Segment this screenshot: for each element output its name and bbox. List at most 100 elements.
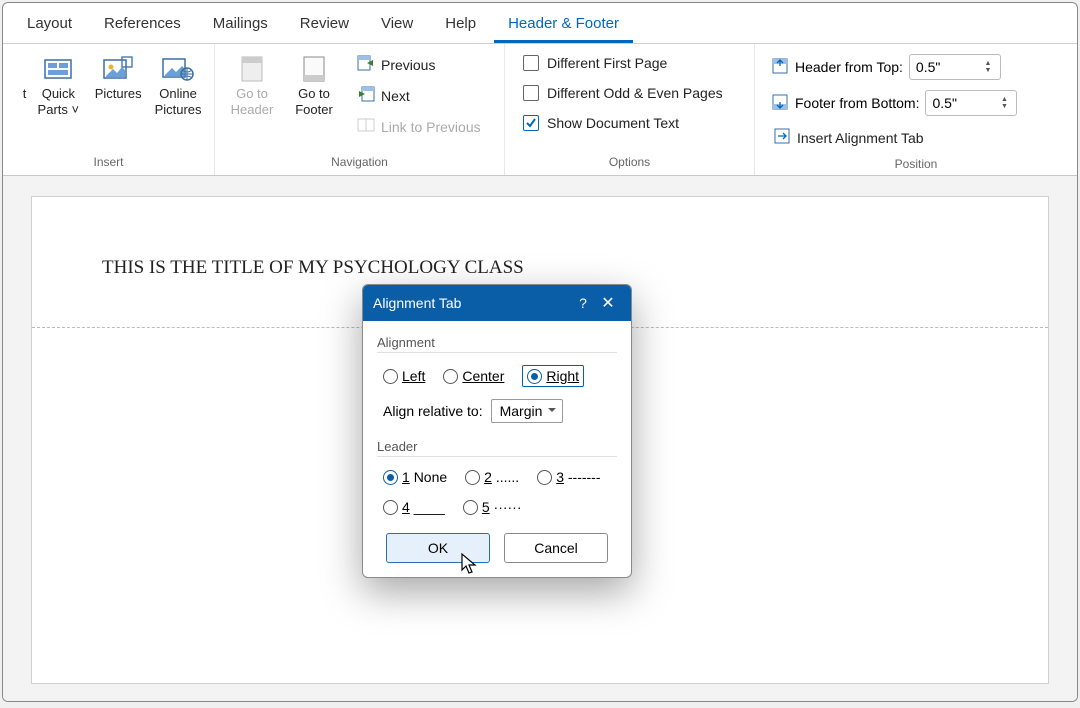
- different-odd-even-checkbox[interactable]: Different Odd & Even Pages: [517, 82, 729, 104]
- footer-from-bottom-label: Footer from Bottom:: [795, 95, 919, 111]
- alignment-center-label: Center: [462, 368, 504, 384]
- align-relative-label: Align relative to:: [383, 403, 483, 419]
- alignment-right-label: Right: [546, 368, 579, 384]
- insert-alignment-tab-button[interactable]: Insert Alignment Tab: [767, 124, 1021, 151]
- alignment-left-radio[interactable]: Left: [383, 368, 425, 384]
- align-relative-value: Margin: [500, 403, 543, 419]
- tab-references[interactable]: References: [90, 9, 195, 43]
- goto-header-label: Go to Header: [223, 86, 281, 117]
- dialog-title: Alignment Tab: [373, 295, 571, 311]
- link-previous-icon: [357, 117, 375, 136]
- partial-button[interactable]: t: [9, 48, 28, 106]
- cancel-button[interactable]: Cancel: [504, 533, 608, 563]
- leader-2-radio[interactable]: 2 ......: [465, 469, 519, 485]
- alignment-tab-icon: [773, 127, 791, 148]
- header-from-top-input[interactable]: ▲▼: [909, 54, 1001, 80]
- leader-3-label: 3 -------: [556, 469, 600, 485]
- tab-review[interactable]: Review: [286, 9, 363, 43]
- group-label-position: Position: [761, 155, 1071, 175]
- radio-icon: [465, 470, 480, 485]
- spin-up-icon[interactable]: ▲: [980, 60, 996, 67]
- radio-icon: [383, 369, 398, 384]
- leader-2-label: 2 ......: [484, 469, 519, 485]
- tab-layout[interactable]: Layout: [13, 9, 86, 43]
- group-label-options: Options: [511, 153, 748, 173]
- ribbon-tabs: Layout References Mailings Review View H…: [3, 3, 1077, 44]
- link-previous-label: Link to Previous: [381, 119, 481, 135]
- quick-parts-icon: [44, 52, 72, 86]
- tab-header-footer[interactable]: Header & Footer: [494, 9, 633, 43]
- dialog-titlebar[interactable]: Alignment Tab ? ✕: [363, 285, 631, 321]
- previous-button[interactable]: Previous: [351, 52, 487, 77]
- previous-label: Previous: [381, 57, 435, 73]
- group-label-navigation: Navigation: [221, 153, 498, 173]
- tab-view[interactable]: View: [367, 9, 427, 43]
- online-pictures-button[interactable]: Online Pictures: [148, 48, 208, 121]
- pictures-label: Pictures: [95, 86, 142, 102]
- footer-from-bottom-icon: [771, 93, 789, 114]
- goto-footer-button[interactable]: Go to Footer: [283, 48, 345, 121]
- leader-section-label: Leader: [377, 439, 617, 457]
- dialog-help-button[interactable]: ?: [571, 295, 595, 311]
- ribbon: t Quick Parts ˅ Pictures: [3, 44, 1077, 176]
- header-from-top-label: Header from Top:: [795, 59, 903, 75]
- next-button[interactable]: Next: [351, 83, 487, 108]
- checkbox-icon: [523, 85, 539, 101]
- next-icon: [357, 86, 375, 105]
- link-to-previous-button[interactable]: Link to Previous: [351, 114, 487, 139]
- pictures-button[interactable]: Pictures: [88, 48, 148, 106]
- pictures-icon: [103, 52, 133, 86]
- alignment-left-label: Left: [402, 368, 425, 384]
- leader-5-label: 5 ······: [482, 499, 522, 515]
- show-document-text-label: Show Document Text: [547, 115, 679, 131]
- partial-label: t: [23, 86, 27, 102]
- spin-down-icon[interactable]: ▼: [980, 67, 996, 74]
- header-top-value[interactable]: [910, 57, 968, 77]
- alignment-center-radio[interactable]: Center: [443, 368, 504, 384]
- alignment-tab-dialog: Alignment Tab ? ✕ Alignment Left Center …: [362, 284, 632, 578]
- footer-from-bottom-input[interactable]: ▲▼: [925, 90, 1017, 116]
- leader-1-label: 1 None: [402, 469, 447, 485]
- radio-icon: [383, 470, 398, 485]
- spin-down-icon[interactable]: ▼: [996, 103, 1012, 110]
- checkbox-icon: [523, 55, 539, 71]
- goto-header-icon: [240, 52, 264, 86]
- header-from-top-icon: [771, 57, 789, 78]
- checkbox-icon: [523, 115, 539, 131]
- mouse-cursor-icon: [460, 552, 480, 579]
- online-pictures-icon: [162, 52, 194, 86]
- show-document-text-checkbox[interactable]: Show Document Text: [517, 112, 729, 134]
- leader-4-label: 4 ____: [402, 499, 445, 515]
- insert-alignment-tab-label: Insert Alignment Tab: [797, 130, 924, 146]
- leader-1-radio[interactable]: 1 None: [383, 469, 447, 485]
- radio-icon: [537, 470, 552, 485]
- alignment-right-radio[interactable]: Right: [522, 365, 584, 387]
- alignment-section-label: Alignment: [377, 335, 617, 353]
- footer-bottom-value[interactable]: [926, 93, 984, 113]
- tab-help[interactable]: Help: [431, 9, 490, 43]
- next-label: Next: [381, 88, 410, 104]
- quick-parts-label: Quick Parts ˅: [30, 86, 86, 117]
- different-first-page-label: Different First Page: [547, 55, 667, 71]
- different-odd-even-label: Different Odd & Even Pages: [547, 85, 723, 101]
- previous-icon: [357, 55, 375, 74]
- goto-header-button[interactable]: Go to Header: [221, 48, 283, 121]
- tab-mailings[interactable]: Mailings: [199, 9, 282, 43]
- leader-4-radio[interactable]: 4 ____: [383, 499, 445, 515]
- group-label-insert: Insert: [9, 153, 208, 173]
- different-first-page-checkbox[interactable]: Different First Page: [517, 52, 729, 74]
- radio-icon: [463, 500, 478, 515]
- online-pictures-label: Online Pictures: [150, 86, 206, 117]
- goto-footer-label: Go to Footer: [285, 86, 343, 117]
- header-text[interactable]: THIS IS THE TITLE OF MY PSYCHOLOGY CLASS: [102, 257, 978, 279]
- radio-icon: [443, 369, 458, 384]
- leader-3-radio[interactable]: 3 -------: [537, 469, 600, 485]
- spin-up-icon[interactable]: ▲: [996, 96, 1012, 103]
- radio-icon: [527, 369, 542, 384]
- goto-footer-icon: [302, 52, 326, 86]
- align-relative-select[interactable]: Margin: [491, 399, 564, 423]
- radio-icon: [383, 500, 398, 515]
- dialog-close-button[interactable]: ✕: [595, 293, 621, 313]
- quick-parts-button[interactable]: Quick Parts ˅: [28, 48, 88, 121]
- leader-5-radio[interactable]: 5 ······: [463, 499, 522, 515]
